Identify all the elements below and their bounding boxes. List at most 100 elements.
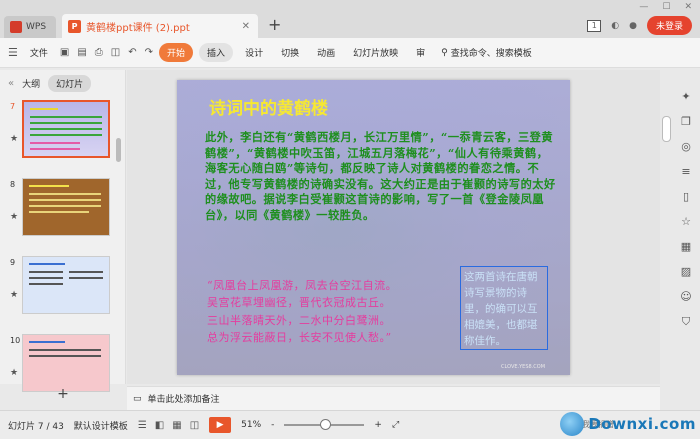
titlebar-right: 1 ◐ ● 未登录	[587, 16, 692, 35]
minimize-icon[interactable]: —	[639, 2, 648, 12]
zoom-level[interactable]: 51%	[241, 420, 261, 430]
new-tab-button[interactable]: +	[268, 15, 281, 34]
ppt-file-icon: P	[68, 19, 81, 33]
panel-header: « 大纲 幻灯片	[0, 70, 125, 96]
thumbnail-item[interactable]: 8 ★	[0, 176, 116, 238]
file-menu[interactable]: 文件	[24, 43, 54, 62]
slide-thumbnail[interactable]	[22, 178, 110, 236]
tab-review[interactable]: 审	[410, 43, 431, 62]
image-icon[interactable]: ▨	[681, 265, 691, 278]
right-toolbar: ✦ ❐ ◎ ≡ ▯ ☆ ▦ ▨ ☺ ⛉	[672, 90, 700, 329]
user-avatar-icon[interactable]: ●	[629, 21, 637, 31]
tab-transition[interactable]: 切换	[275, 43, 305, 62]
tab-start[interactable]: 开始	[159, 43, 194, 62]
slide-counter: 幻灯片 7 / 43	[8, 421, 64, 432]
slide-number: 9	[10, 258, 16, 267]
slide-watermark: CLOVE.YES8.COM	[501, 364, 546, 370]
thumbnail-scrollbar[interactable]	[116, 138, 121, 162]
title-bar: — ☐ ✕ WPS P 黄鹤楼ppt课件 (2).ppt ✕ + 1 ◐ ● 未…	[0, 0, 700, 38]
notes-placeholder: 单击此处添加备注	[147, 395, 220, 405]
wps-logo-icon	[10, 21, 22, 33]
zoom-slider-handle[interactable]	[319, 419, 331, 430]
settings-sliders-icon[interactable]: ≡	[681, 165, 690, 178]
ribbon-toolbar: ☰ 文件 ▣ ▤ ⎙ ◫ ↶ ↷ 开始 插入 设计 切换 动画 幻灯片放映 审 …	[0, 38, 700, 68]
slide-body-text[interactable]: 此外，李白还有“黄鹤西楼月，长江万里情”，“一忝青云客，三登黄鹤楼”，“黄鹤楼中…	[205, 130, 557, 224]
tab-insert[interactable]: 插入	[199, 43, 234, 62]
slide-thumbnail[interactable]	[22, 334, 110, 392]
slide-poem-text[interactable]: “凤凰台上凤凰游，凤去台空江自流。 吴宫花草埋幽径，晋代衣冠成古丘。 三山半落晴…	[207, 277, 457, 347]
menu-icon[interactable]: ☰	[8, 46, 18, 59]
window-count-badge[interactable]: 1	[587, 19, 602, 32]
document-tab-title: 黄鹤楼ppt课件 (2).ppt	[86, 22, 190, 34]
shape-icon[interactable]: ◎	[681, 140, 691, 153]
slide-canvas: 诗词中的黄鹤楼 此外，李白还有“黄鹤西楼月，长江万里情”，“一忝青云客，三登黄鹤…	[127, 70, 660, 384]
grid-icon[interactable]: ▦	[681, 240, 691, 253]
animation-star-icon: ★	[10, 290, 19, 300]
export-icon[interactable]: ▤	[77, 47, 86, 58]
slide-note-textbox[interactable]: 这两首诗在唐朝诗写景物的诗里，的确可以互相媲美，也都堪称佳作。	[460, 266, 548, 350]
canvas-scrollbar[interactable]	[662, 116, 671, 142]
command-search[interactable]: ⚲ 查找命令、搜索模板	[441, 46, 532, 60]
slide-thumbnail[interactable]	[22, 100, 110, 158]
copy-icon[interactable]: ❐	[681, 115, 691, 128]
pin-icon[interactable]: ✦	[681, 90, 690, 103]
person-icon[interactable]: ☺	[680, 290, 691, 303]
notes-bar[interactable]: ▭ 单击此处添加备注	[127, 386, 660, 410]
view-buttons: ☰ ◧ ▦ ◫	[138, 420, 199, 431]
zoom-slider[interactable]	[284, 419, 365, 430]
poem-line: 总为浮云能蔽日，长安不见使人愁。”	[207, 331, 392, 345]
login-button[interactable]: 未登录	[646, 16, 692, 35]
search-icon: ⚲	[441, 47, 448, 58]
close-tab-icon[interactable]: ✕	[242, 21, 250, 32]
slide-number: 7	[10, 102, 16, 111]
animation-star-icon: ★	[10, 368, 19, 378]
document-tab[interactable]: P 黄鹤楼ppt课件 (2).ppt ✕	[62, 14, 258, 38]
collapse-panel-icon[interactable]: «	[8, 78, 14, 89]
site-watermark: Downxi.com	[560, 412, 696, 436]
poem-line: 三山半落晴天外，二水中分白鹭洲。	[207, 313, 391, 327]
shield-icon[interactable]: ⛉	[682, 315, 690, 329]
skin-icon[interactable]: ◐	[611, 21, 619, 31]
wps-tab-label: WPS	[26, 22, 47, 32]
animation-star-icon: ★	[10, 212, 19, 222]
redo-icon[interactable]: ↷	[145, 47, 153, 58]
tab-animation[interactable]: 动画	[311, 43, 341, 62]
tab-slideshow[interactable]: 幻灯片放映	[347, 43, 404, 62]
preview-icon[interactable]: ◫	[111, 47, 120, 58]
thumbnail-item[interactable]: 9 ★	[0, 254, 116, 316]
maximize-icon[interactable]: ☐	[662, 2, 670, 12]
thumbnail-item[interactable]: 7 ★	[0, 98, 116, 160]
template-name[interactable]: 默认设计模板	[74, 419, 128, 432]
zoom-in-button[interactable]: +	[374, 420, 382, 430]
slide-number: 8	[10, 180, 16, 189]
site-watermark-text: Downxi.com	[588, 415, 696, 433]
slide-title[interactable]: 诗词中的黄鹤楼	[209, 94, 328, 119]
site-logo-icon	[560, 412, 585, 436]
zoom-out-button[interactable]: -	[271, 420, 274, 430]
add-slide-button[interactable]: +	[0, 386, 126, 404]
undo-icon[interactable]: ↶	[128, 47, 136, 58]
thumbnail-item[interactable]: 10 ★	[0, 332, 116, 394]
print-icon[interactable]: ⎙	[95, 47, 103, 58]
play-slideshow-button[interactable]: ▶	[209, 417, 232, 433]
document-icon[interactable]: ▯	[683, 190, 689, 203]
fit-window-icon[interactable]: ⤢	[392, 420, 399, 430]
animation-star-icon: ★	[10, 134, 19, 144]
tab-outline[interactable]: 大纲	[22, 77, 40, 90]
slide-number: 10	[10, 336, 21, 345]
normal-view-icon[interactable]: ◧	[155, 420, 164, 431]
sorter-view-icon[interactable]: ▦	[172, 420, 181, 431]
tab-design[interactable]: 设计	[239, 43, 269, 62]
command-search-label: 查找命令、搜索模板	[450, 49, 532, 59]
notes-icon: ▭	[133, 393, 142, 404]
close-window-icon[interactable]: ✕	[684, 2, 692, 12]
save-icon[interactable]: ▣	[60, 47, 69, 58]
tab-slides[interactable]: 幻灯片	[48, 74, 92, 92]
window-controls: — ☐ ✕	[631, 0, 700, 14]
reading-view-icon[interactable]: ◫	[190, 420, 199, 431]
current-slide[interactable]: 诗词中的黄鹤楼 此外，李白还有“黄鹤西楼月，长江万里情”，“一忝青云客，三登黄鹤…	[177, 80, 570, 375]
slide-thumbnail[interactable]	[22, 256, 110, 314]
wps-home-tab[interactable]: WPS	[4, 16, 56, 38]
star-icon[interactable]: ☆	[681, 215, 691, 228]
notes-toggle-icon[interactable]: ☰	[138, 420, 147, 431]
